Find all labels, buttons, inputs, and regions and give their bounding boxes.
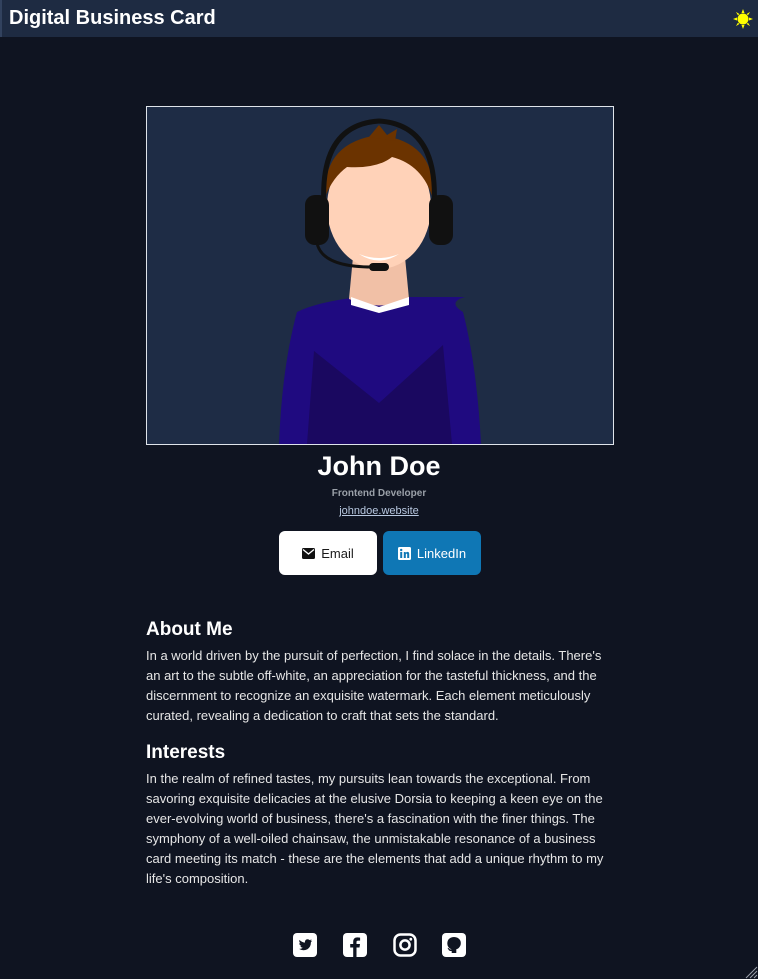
- facebook-icon[interactable]: [343, 933, 367, 957]
- avatar: [279, 118, 481, 444]
- about-text: In a world driven by the pursuit of perf…: [146, 648, 602, 723]
- instagram-icon[interactable]: [393, 933, 417, 957]
- github-icon[interactable]: [442, 933, 466, 957]
- resize-grip-icon[interactable]: [744, 965, 758, 979]
- title-bar: Digital Business Card: [0, 0, 758, 37]
- linkedin-button-label: LinkedIn: [416, 545, 467, 561]
- envelope-icon: [302, 547, 316, 559]
- profile-name: John Doe: [317, 451, 441, 481]
- email-button[interactable]: Email: [279, 531, 377, 575]
- about-heading: About Me: [146, 619, 233, 640]
- sun-icon[interactable]: [733, 9, 753, 29]
- website-container: johndoe.website: [0, 505, 758, 517]
- linkedin-icon: [397, 546, 411, 560]
- interests-heading: Interests: [146, 742, 226, 763]
- email-button-label: Email: [321, 545, 354, 561]
- profile-role: Frontend Developer: [331, 488, 427, 499]
- app-title: Digital Business Card: [9, 7, 216, 29]
- linkedin-button[interactable]: LinkedIn: [383, 531, 481, 575]
- profile-photo: [146, 106, 614, 445]
- twitter-icon[interactable]: [293, 933, 317, 957]
- website-link[interactable]: johndoe.website: [339, 505, 419, 517]
- interests-text: In the realm of refined tastes, my pursu…: [146, 771, 604, 886]
